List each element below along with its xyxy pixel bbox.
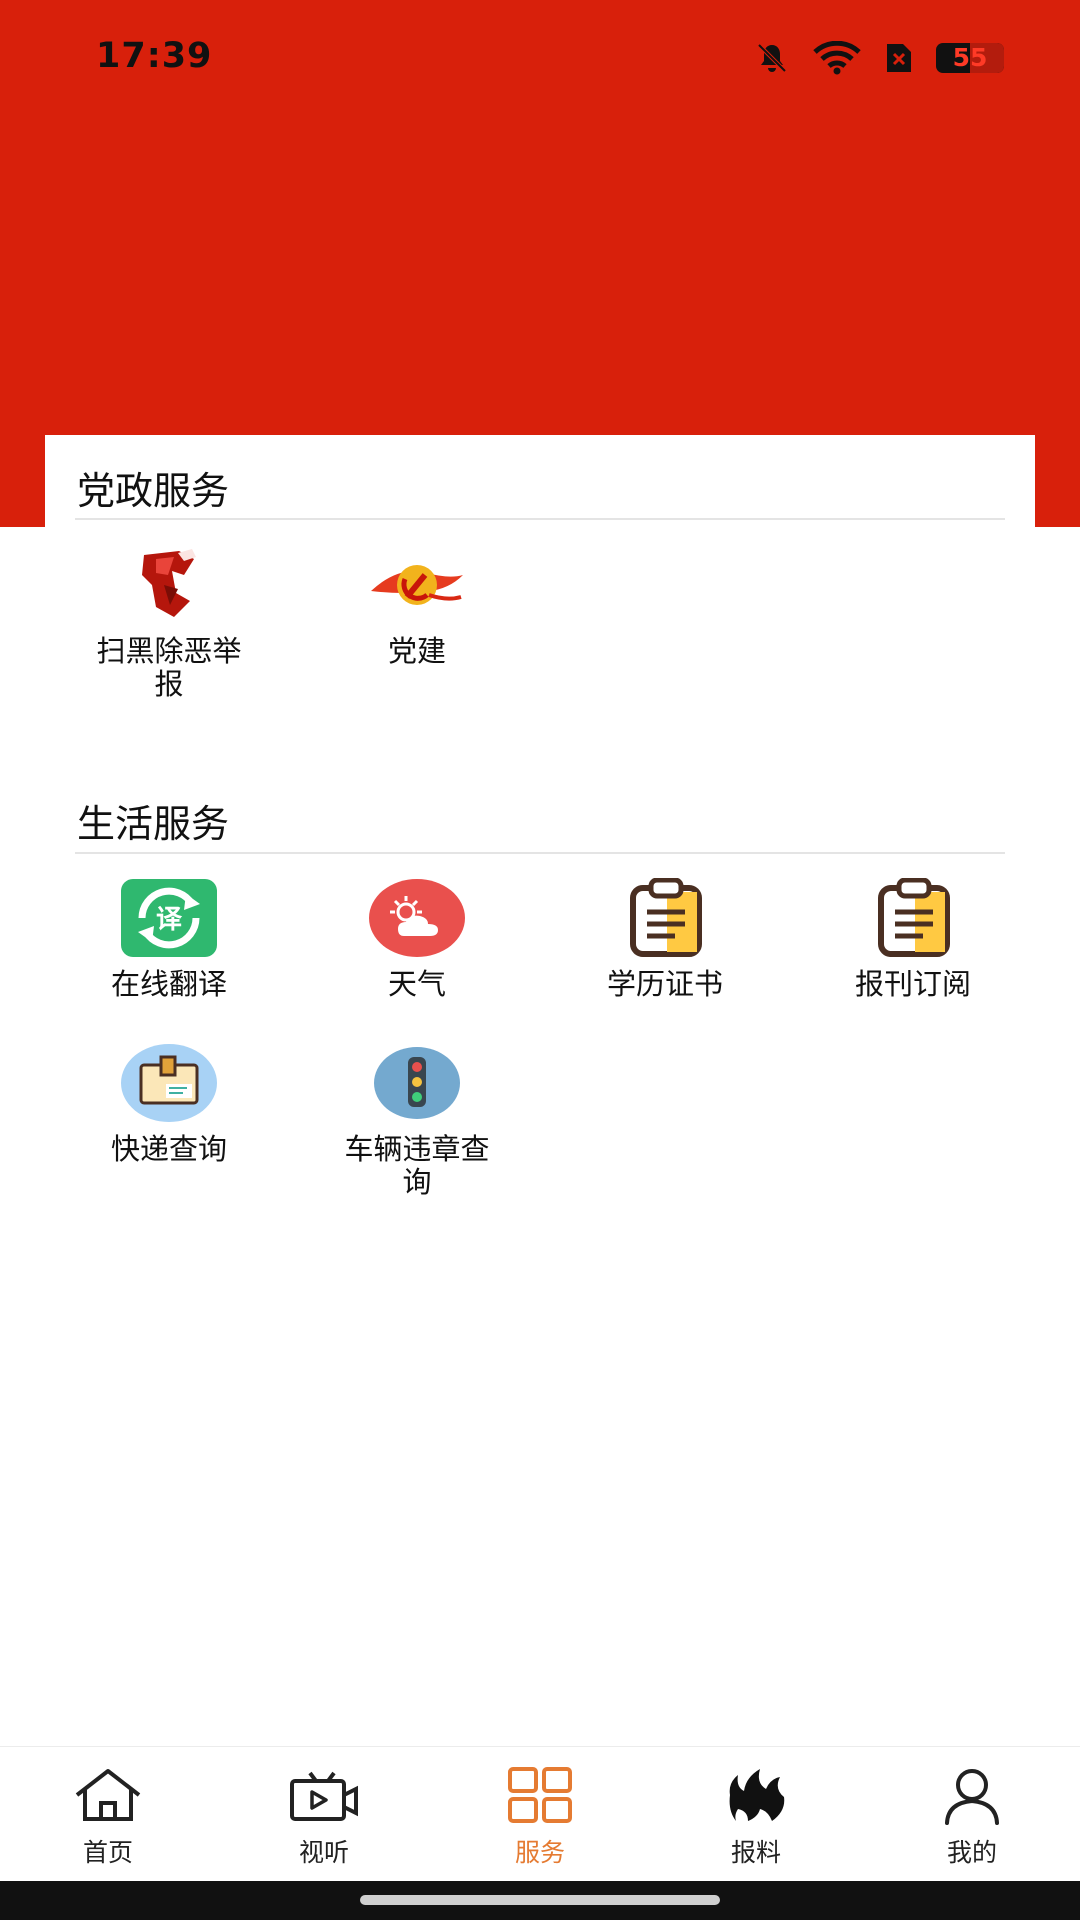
package-icon [121, 1044, 217, 1122]
nav-label: 报料 [730, 1838, 781, 1867]
service-label: 党建 [387, 634, 446, 668]
service-item-party-building[interactable]: 党建 [293, 545, 541, 668]
user-icon [945, 1769, 999, 1825]
tv-icon [290, 1771, 358, 1821]
section-divider [75, 518, 1005, 520]
service-label: 在线翻译 [110, 967, 227, 1001]
nav-label: 首页 [82, 1838, 133, 1867]
party-emblem-icon [371, 565, 463, 605]
grid-icon [508, 1767, 572, 1823]
status-time: 17:39 [96, 36, 213, 76]
status-icons: 55 [754, 40, 1004, 76]
service-item-diploma[interactable]: 学历证书 [541, 878, 789, 1001]
nav-label: 服务 [514, 1838, 565, 1867]
home-icon [75, 1769, 141, 1821]
nav-profile[interactable]: 我的 [864, 1747, 1080, 1882]
service-label: 报刊订阅 [854, 967, 971, 1001]
nav-report[interactable]: 报料 [648, 1747, 864, 1882]
system-nav-bar [0, 1881, 1080, 1920]
service-item-vehicle-violation[interactable]: 车辆违章查询 [293, 1043, 541, 1199]
nav-label: 视听 [298, 1838, 349, 1867]
nav-services[interactable]: 服务 [432, 1747, 648, 1882]
service-label: 车辆违章查询 [344, 1132, 490, 1199]
clipboard-icon [630, 878, 702, 957]
section-divider [75, 852, 1005, 854]
service-item-express[interactable]: 快递查询 [45, 1043, 293, 1166]
section-title-life: 生活服务 [77, 802, 230, 846]
svg-text:译: 译 [156, 905, 183, 935]
nav-home[interactable]: 首页 [0, 1747, 216, 1882]
nav-video[interactable]: 视听 [216, 1747, 432, 1882]
service-item-subscription[interactable]: 报刊订阅 [789, 878, 1037, 1001]
battery-level: 55 [952, 43, 988, 72]
sim-x-icon [887, 44, 911, 72]
nav-label: 我的 [946, 1838, 997, 1867]
service-label: 扫黑除恶举报 [96, 634, 242, 701]
bottom-nav: 首页 视听 服务 报料 我的 [0, 1746, 1080, 1882]
section-title-party: 党政服务 [77, 469, 230, 513]
home-indicator[interactable] [360, 1895, 720, 1905]
traffic-light-icon [374, 1047, 460, 1119]
service-item-translate[interactable]: 译 在线翻译 [45, 878, 293, 1001]
service-item-weather[interactable]: 天气 [293, 878, 541, 1001]
translate-icon: 译 [121, 879, 217, 957]
bell-off-icon [757, 43, 787, 73]
service-label: 学历证书 [606, 967, 723, 1001]
service-label: 天气 [387, 967, 446, 1001]
service-item-anti-crime[interactable]: 扫黑除恶举报 [45, 545, 293, 701]
clipboard-icon [878, 878, 950, 957]
service-label: 快递查询 [110, 1132, 227, 1166]
anti-crime-icon [142, 549, 196, 617]
services-card: 党政服务 扫黑除恶举报 党建 生活服务 译 在线翻译 天气 学历证书 报刊订阅 … [45, 435, 1035, 1735]
status-bar: 17:39 55 [0, 0, 1080, 116]
weather-icon [369, 879, 465, 957]
wifi-icon [813, 41, 861, 75]
battery-icon: 55 [936, 43, 1004, 73]
flame-icon [729, 1769, 785, 1821]
